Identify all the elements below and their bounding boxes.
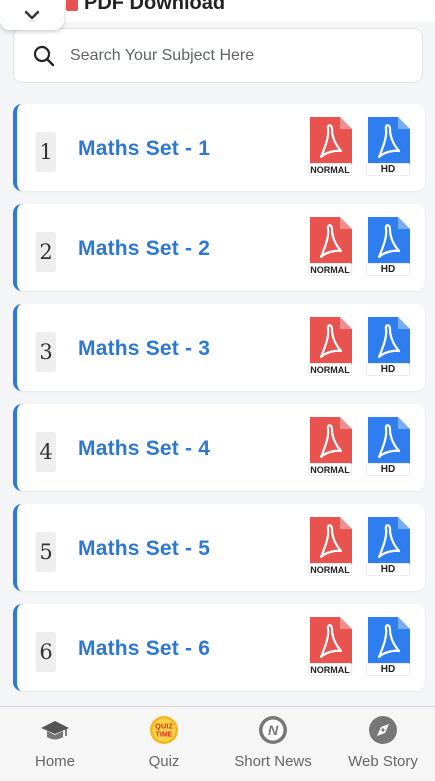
- search-icon: [33, 45, 55, 66]
- page-title: PDF Download: [84, 0, 226, 14]
- nav-web-story-label: Web Story: [348, 753, 418, 770]
- set-card[interactable]: 3 Maths Set - 3 NORMAL HD: [13, 304, 425, 391]
- normal-label: NORMAL: [308, 463, 352, 476]
- set-title-link[interactable]: Maths Set - 3: [78, 332, 210, 366]
- set-title-link[interactable]: Maths Set - 6: [78, 632, 210, 666]
- search-input[interactable]: [68, 45, 392, 66]
- nav-quiz[interactable]: QUIZ TIME Quiz: [109, 707, 219, 781]
- graduation-cap-icon: [41, 721, 69, 740]
- hd-label: HD: [366, 363, 410, 376]
- normal-label: NORMAL: [308, 363, 352, 376]
- news-n-icon: N: [259, 716, 287, 744]
- hd-label: HD: [366, 463, 410, 476]
- set-card[interactable]: 4 Maths Set - 4 NORMAL HD: [13, 404, 425, 491]
- set-number: 1: [36, 132, 56, 172]
- nav-home-label: Home: [34, 753, 75, 770]
- set-card[interactable]: 6 Maths Set - 6 NORMAL HD: [13, 604, 425, 691]
- set-number: 5: [36, 532, 56, 572]
- nav-home[interactable]: Home: [0, 707, 110, 781]
- bottom-nav: Home QUIZ TIME Quiz N Short News Web Sto…: [0, 706, 435, 781]
- download-normal-button[interactable]: NORMAL: [308, 317, 352, 378]
- normal-label: NORMAL: [308, 263, 352, 276]
- download-hd-button[interactable]: HD: [366, 317, 410, 378]
- download-normal-button[interactable]: NORMAL: [308, 117, 352, 178]
- set-number: 2: [36, 232, 56, 272]
- set-title-link[interactable]: Maths Set - 4: [78, 432, 210, 466]
- download-hd-button[interactable]: HD: [366, 617, 410, 678]
- pdf-icon: [66, 0, 78, 11]
- compass-icon: [369, 716, 397, 744]
- hd-label: HD: [366, 163, 410, 176]
- hd-label: HD: [366, 263, 410, 276]
- normal-label: NORMAL: [308, 163, 352, 176]
- download-normal-button[interactable]: NORMAL: [308, 417, 352, 478]
- set-title-link[interactable]: Maths Set - 2: [78, 232, 210, 266]
- download-normal-button[interactable]: NORMAL: [308, 217, 352, 278]
- page-header: PDF Download: [66, 0, 225, 16]
- set-number: 4: [36, 432, 56, 472]
- hd-label: HD: [366, 663, 410, 676]
- quiz-time-icon: QUIZ TIME: [150, 716, 178, 744]
- set-card[interactable]: 5 Maths Set - 5 NORMAL HD: [13, 504, 425, 591]
- download-hd-button[interactable]: HD: [366, 417, 410, 478]
- download-hd-button[interactable]: HD: [366, 117, 410, 178]
- svg-text:N: N: [268, 722, 279, 738]
- set-title-link[interactable]: Maths Set - 1: [78, 132, 210, 166]
- nav-short-news-label: Short News: [234, 753, 312, 770]
- nav-web-story[interactable]: Web Story: [328, 707, 435, 781]
- collapse-button[interactable]: [0, 0, 64, 30]
- set-card[interactable]: 1 Maths Set - 1 NORMAL HD: [13, 104, 425, 191]
- download-normal-button[interactable]: NORMAL: [308, 617, 352, 678]
- set-card[interactable]: 2 Maths Set - 2 NORMAL HD: [13, 204, 425, 291]
- set-number: 3: [36, 332, 56, 372]
- normal-label: NORMAL: [308, 563, 352, 576]
- svg-text:QUIZ: QUIZ: [155, 722, 173, 731]
- hd-label: HD: [366, 563, 410, 576]
- svg-text:TIME: TIME: [156, 732, 173, 739]
- download-hd-button[interactable]: HD: [366, 517, 410, 578]
- search-bar[interactable]: [13, 28, 423, 83]
- set-number: 6: [36, 632, 56, 672]
- normal-label: NORMAL: [308, 663, 352, 676]
- nav-quiz-label: Quiz: [148, 753, 180, 770]
- download-hd-button[interactable]: HD: [366, 217, 410, 278]
- nav-short-news[interactable]: N Short News: [218, 707, 328, 781]
- download-normal-button[interactable]: NORMAL: [308, 517, 352, 578]
- set-title-link[interactable]: Maths Set - 5: [78, 532, 210, 566]
- chevron-down-icon: [24, 10, 40, 20]
